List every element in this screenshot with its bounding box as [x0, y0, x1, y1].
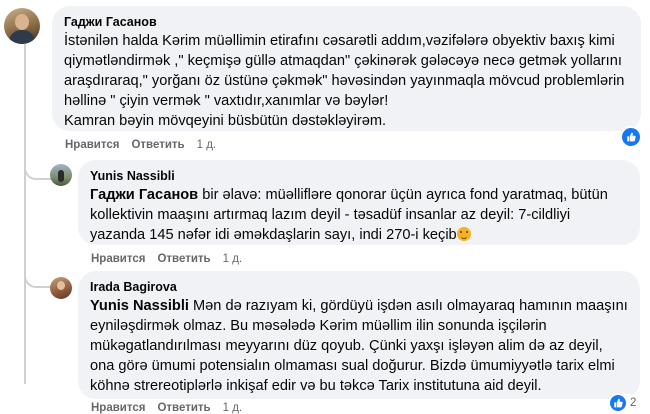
smile-emoji-icon	[456, 227, 471, 241]
reply-button[interactable]: Ответить	[157, 402, 210, 414]
like-button[interactable]: Нравится	[91, 253, 145, 265]
comment-line: köhnə strereotiplərlə inkişaf edir və bu…	[90, 378, 542, 394]
comment-line: Kamran bəyin mövqeyini büsbütün dəstəklə…	[64, 113, 387, 129]
comment-bubble: Yunis Nassibli Гаджи Гасанов bir əlavə: …	[78, 160, 640, 245]
avatar[interactable]	[50, 277, 72, 299]
comment-bubble: Irada Bagirova Yunis Nassibli Mən də raz…	[78, 271, 640, 399]
like-icon	[620, 126, 642, 148]
like-icon	[610, 395, 626, 411]
timestamp[interactable]: 1 д.	[223, 402, 243, 414]
comment-author[interactable]: Yunis Nassibli	[90, 168, 628, 184]
like-button[interactable]: Нравится	[91, 402, 145, 414]
reply-button[interactable]: Ответить	[131, 139, 184, 151]
comment-text: Yunis Nassibli Mən də razıyam ki, gördüy…	[90, 296, 628, 396]
reaction-count: 2	[630, 397, 637, 409]
comment-line: yazanda 145 nəfər idi əməkdaşlarin sayı,…	[90, 225, 628, 245]
comment-line: qiymətləndirmək ," keçmişə güllə atmaqda…	[64, 53, 622, 69]
mention-link[interactable]: Гаджи Гасанов	[90, 187, 198, 203]
thread-line	[24, 44, 26, 384]
mention-link[interactable]: Yunis Nassibli	[90, 298, 189, 314]
comment-line-text: bir əlavə: müəllifləre qonorar üçün ayrı…	[198, 187, 608, 203]
avatar-face	[57, 281, 65, 290]
avatar-figure	[58, 170, 64, 182]
comment-author[interactable]: Гаджи Гасанов	[64, 14, 629, 30]
comment-actions: Нравится Ответить 1 д.	[91, 402, 242, 414]
comment-line: Гаджи Гасанов bir əlavə: müəllifləre qon…	[90, 185, 628, 205]
comment-line: kollektivin maaşını artırmaq lazım deyil…	[90, 207, 571, 223]
reaction-summary[interactable]: 2	[608, 394, 639, 412]
avatar[interactable]	[4, 8, 40, 44]
comment-text: İstənilən halda Kərim müəllimin etirafın…	[64, 31, 629, 131]
comment-actions: Нравится Ответить 1 д.	[91, 253, 242, 265]
comment-line-text: Mən də razıyam ki, gördüyü işdən asılı o…	[188, 298, 628, 314]
avatar-shoulders	[9, 30, 35, 44]
like-button[interactable]: Нравится	[65, 139, 119, 151]
comment-line: eyniləşdirmək olmaz. Bu məsələdə Kərim m…	[90, 318, 547, 334]
reply-button[interactable]: Ответить	[157, 253, 210, 265]
reaction-summary[interactable]	[620, 126, 642, 148]
comment-text: Гаджи Гасанов bir əlavə: müəllifləre qon…	[90, 185, 628, 245]
comment-line: İstənilən halda Kərim müəllimin etirafın…	[64, 33, 615, 49]
timestamp[interactable]: 1 д.	[223, 253, 243, 265]
timestamp[interactable]: 1 д.	[197, 139, 217, 151]
comment-line-text: yazanda 145 nəfər idi əməkdaşlarin sayı,…	[90, 227, 457, 243]
avatar[interactable]	[50, 164, 72, 186]
comment-line: həllinə " çiyin vermək " vaxtıdır,xanıml…	[64, 93, 389, 109]
comment-line: mükəgatlandırılması meyyarını düz qoyub.…	[90, 338, 603, 354]
comment-author[interactable]: Irada Bagirova	[90, 279, 628, 295]
comment-line: ona görə ümumi potensialın olmaması sual…	[90, 358, 615, 374]
comment-actions: Нравится Ответить 1 д.	[65, 139, 216, 151]
comment-bubble: Гаджи Гасанов İstənilən halda Kərim müəl…	[52, 6, 641, 131]
avatar-face	[15, 14, 29, 30]
comment-line: araşdıraraq," yorğanı öz üstünə çəkmək" …	[64, 73, 625, 89]
comment-line: Yunis Nassibli Mən də razıyam ki, gördüy…	[90, 296, 628, 316]
